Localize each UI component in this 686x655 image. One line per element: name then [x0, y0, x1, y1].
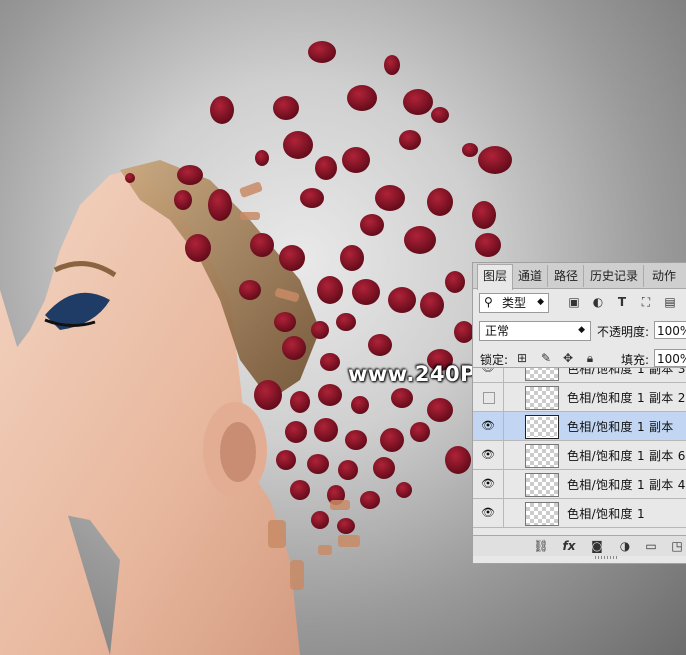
eye-icon[interactable]: 👁︎ — [481, 419, 495, 433]
fx-icon[interactable]: fx — [561, 538, 577, 554]
chevron-updown-icon: ◆ — [578, 325, 585, 335]
layer-thumbnail — [525, 444, 559, 468]
layer-thumbnail — [525, 415, 559, 439]
filter-row: ⚲ 类型 ◆ ▣ ◐ T ⛶ ▤ — [473, 293, 686, 315]
lock-label: 锁定: — [480, 353, 509, 367]
layer-name: 色相/饱和度 1 副本 4 — [567, 478, 686, 492]
layers-panel: 图层 通道 路径 历史记录 动作 ⚲ 类型 ◆ ▣ ◐ T ⛶ ▤ 正常 ◆ 不… — [472, 262, 686, 564]
search-icon: ⚲ — [484, 295, 493, 309]
layer-row[interactable]: 👁︎ 色相/饱和度 1 副本 6 — [473, 441, 686, 470]
new-group-icon[interactable]: ▭ — [643, 538, 659, 554]
fill-label: 填充: — [621, 353, 650, 367]
lock-pixels-icon[interactable]: ✎ — [539, 351, 553, 365]
eye-icon[interactable]: 👁︎ — [481, 477, 495, 491]
layer-row[interactable]: 👁︎ 色相/饱和度 1 副本 4 — [473, 470, 686, 499]
type-filter-icon[interactable]: T — [615, 295, 629, 309]
resize-grip[interactable] — [595, 556, 617, 559]
layer-name: 色相/饱和度 1 副本 — [567, 420, 674, 434]
image-filter-icon[interactable]: ▣ — [567, 295, 581, 309]
blend-mode-value: 正常 — [485, 324, 510, 338]
shape-filter-icon[interactable]: ⛶ — [639, 295, 653, 309]
visibility-off-box[interactable] — [483, 392, 495, 404]
layer-thumbnail — [525, 473, 559, 497]
eye-icon[interactable]: 👁︎ — [481, 448, 495, 462]
smart-object-filter-icon[interactable]: ▤ — [663, 295, 677, 309]
chevron-updown-icon: ◆ — [537, 297, 544, 307]
filter-kind-label: 类型 — [502, 296, 527, 310]
panel-bottom-toolbar: ⛓︎ fx ◙ ◑ ▭ ◳ — [473, 535, 686, 556]
layer-thumbnail — [525, 386, 559, 410]
layer-thumbnail — [525, 368, 559, 381]
new-adjustment-layer-icon[interactable]: ◑ — [617, 538, 633, 554]
eye-icon[interactable]: 👁︎ — [481, 506, 495, 520]
new-layer-icon[interactable]: ◳ — [669, 538, 685, 554]
lock-all-icon[interactable]: 🔒︎ — [583, 351, 597, 365]
blend-mode-select[interactable]: 正常 ◆ — [479, 321, 591, 341]
link-layers-icon[interactable]: ⛓︎ — [533, 538, 549, 554]
layer-thumbnail — [525, 502, 559, 526]
layer-name: 色相/饱和度 1 副本 3 — [567, 367, 686, 376]
tab-actions[interactable]: 动作 — [645, 265, 683, 287]
blend-row: 正常 ◆ 不透明度: 100% — [473, 321, 686, 343]
layer-name: 色相/饱和度 1 副本 6 — [567, 449, 686, 463]
tab-history[interactable]: 历史记录 — [585, 265, 644, 287]
opacity-input[interactable]: 100% — [654, 321, 686, 339]
layer-filter-select[interactable]: ⚲ 类型 ◆ — [479, 293, 549, 313]
adjustment-filter-icon[interactable]: ◐ — [591, 295, 605, 309]
tab-paths[interactable]: 路径 — [549, 265, 584, 287]
fill-input[interactable]: 100% — [654, 349, 686, 367]
eye-icon[interactable]: 👁︎ — [481, 368, 495, 375]
tab-layers[interactable]: 图层 — [477, 264, 513, 290]
layer-name: 色相/饱和度 1 — [567, 507, 645, 521]
panel-tab-bar: 图层 通道 路径 历史记录 动作 — [473, 263, 686, 290]
layer-row[interactable]: 👁︎ 色相/饱和度 1 副本 3 — [473, 367, 686, 383]
layer-row[interactable]: 色相/饱和度 1 副本 2 — [473, 383, 686, 412]
opacity-label: 不透明度: — [597, 325, 650, 339]
layers-list: 👁︎ 色相/饱和度 1 副本 3 色相/饱和度 1 副本 2 👁︎ 色相/饱和度… — [473, 367, 686, 536]
lock-transparency-icon[interactable]: ⊞ — [515, 351, 529, 365]
add-mask-icon[interactable]: ◙ — [589, 538, 605, 554]
layer-row-selected[interactable]: 👁︎ 色相/饱和度 1 副本 — [473, 412, 686, 441]
lock-position-icon[interactable]: ✥ — [561, 351, 575, 365]
tab-channels[interactable]: 通道 — [513, 265, 548, 287]
layer-row[interactable]: 👁︎ 色相/饱和度 1 — [473, 499, 686, 528]
layer-name: 色相/饱和度 1 副本 2 — [567, 391, 686, 405]
